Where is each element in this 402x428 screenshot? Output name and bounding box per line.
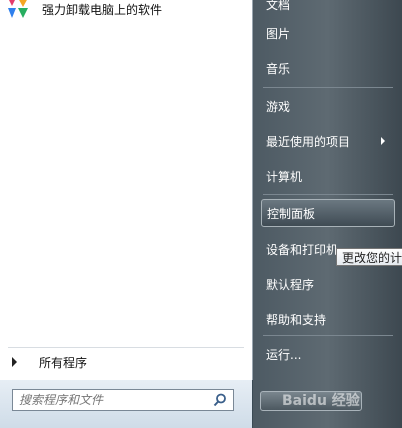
menu-default-programs-label: 默认程序 bbox=[266, 277, 315, 292]
menu-computer-label: 计算机 bbox=[266, 169, 303, 184]
menu-devices-printers-label: 设备和打印机 bbox=[266, 242, 339, 257]
all-programs-label: 所有程序 bbox=[39, 355, 88, 370]
menu-documents[interactable]: 文档 bbox=[261, 0, 395, 18]
pinned-app-label: 强力卸载电脑上的软件 bbox=[42, 2, 163, 17]
menu-music[interactable]: 音乐 bbox=[261, 54, 395, 82]
start-menu: 强力卸载电脑上的软件 所有程序 文档 图片 音乐 bbox=[0, 0, 402, 428]
watermark: Baidu 经验 bbox=[282, 380, 400, 420]
search-row bbox=[0, 380, 252, 428]
menu-games[interactable]: 游戏 bbox=[261, 92, 395, 120]
app-logo-icon bbox=[4, 0, 36, 20]
search-input[interactable] bbox=[19, 391, 199, 409]
menu-computer[interactable]: 计算机 bbox=[261, 162, 395, 190]
menu-recent-items[interactable]: 最近使用的项目 bbox=[261, 127, 395, 155]
menu-recent-items-label: 最近使用的项目 bbox=[266, 134, 351, 149]
menu-games-label: 游戏 bbox=[266, 99, 291, 114]
right-separator bbox=[263, 335, 393, 336]
submenu-arrow-icon bbox=[381, 137, 385, 145]
menu-pictures[interactable]: 图片 bbox=[261, 19, 395, 47]
menu-music-label: 音乐 bbox=[266, 61, 291, 76]
left-separator bbox=[8, 347, 244, 348]
menu-help-support[interactable]: 帮助和支持 bbox=[261, 305, 395, 333]
menu-control-panel[interactable]: 控制面板 bbox=[261, 199, 395, 227]
menu-help-support-label: 帮助和支持 bbox=[266, 312, 327, 327]
menu-run[interactable]: 运行... bbox=[261, 340, 395, 368]
menu-pictures-label: 图片 bbox=[266, 26, 291, 41]
pinned-app-item[interactable]: 强力卸载电脑上的软件 bbox=[4, 0, 246, 18]
right-separator bbox=[263, 87, 393, 88]
menu-control-panel-label: 控制面板 bbox=[267, 206, 316, 221]
shortcuts-pane: 文档 图片 音乐 游戏 最近使用的项目 计算机 控制面板 设备和打印机 默认程序 bbox=[253, 0, 402, 428]
programs-pane: 强力卸载电脑上的软件 所有程序 bbox=[0, 0, 253, 380]
arrow-right-icon bbox=[12, 357, 17, 367]
watermark-text: Baidu 经验 bbox=[282, 393, 360, 409]
menu-run-label: 运行... bbox=[266, 347, 302, 362]
control-panel-tooltip: 更改您的计 bbox=[336, 248, 402, 266]
menu-default-programs[interactable]: 默认程序 bbox=[261, 270, 395, 298]
all-programs-button[interactable]: 所有程序 bbox=[0, 350, 250, 374]
right-separator bbox=[263, 194, 393, 195]
search-box[interactable] bbox=[12, 389, 234, 411]
menu-documents-label: 文档 bbox=[266, 0, 291, 12]
search-icon[interactable] bbox=[213, 393, 227, 407]
